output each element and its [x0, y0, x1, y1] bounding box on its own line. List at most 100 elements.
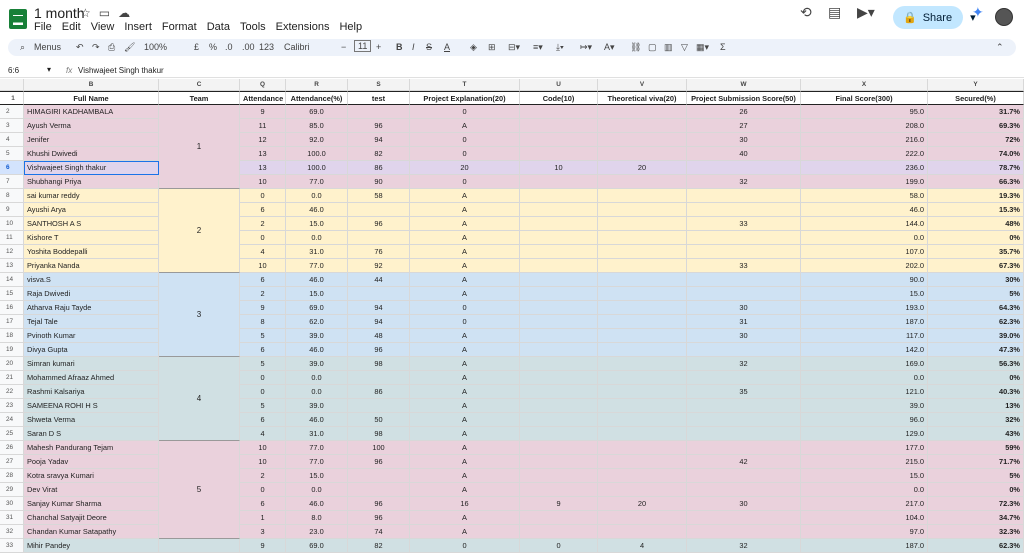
row-number[interactable]: 9 — [0, 203, 24, 217]
cell[interactable]: Raja Dwivedi — [24, 287, 159, 301]
column-header-b[interactable]: B — [24, 79, 159, 91]
row-number[interactable]: 33 — [0, 539, 24, 553]
row-number[interactable]: 26 — [0, 441, 24, 455]
cell[interactable]: 0% — [928, 371, 1024, 385]
cell[interactable] — [520, 329, 598, 343]
cell[interactable]: 32.3% — [928, 525, 1024, 539]
menus-search[interactable]: Menus — [34, 42, 61, 52]
menu-file[interactable]: File — [34, 21, 52, 33]
cell[interactable]: 8.0 — [286, 511, 348, 525]
cell[interactable]: 94 — [348, 133, 410, 147]
cell[interactable] — [520, 217, 598, 231]
cell[interactable] — [598, 427, 687, 441]
cell[interactable]: 0 — [240, 483, 286, 497]
cell[interactable] — [687, 427, 801, 441]
cell[interactable]: 39.0 — [286, 357, 348, 371]
cell[interactable]: 177.0 — [801, 441, 928, 455]
cell[interactable]: 94 — [348, 315, 410, 329]
cell[interactable] — [598, 455, 687, 469]
cell[interactable]: Mohammed Afraaz Ahmed — [24, 371, 159, 385]
cell[interactable] — [598, 203, 687, 217]
cell[interactable] — [598, 525, 687, 539]
cell[interactable]: 39.0% — [928, 329, 1024, 343]
cell[interactable]: 39.0 — [286, 329, 348, 343]
cell[interactable]: Pooja Yadav — [24, 455, 159, 469]
cell[interactable] — [598, 147, 687, 161]
cell[interactable]: 10 — [240, 455, 286, 469]
cell[interactable]: 40.3% — [928, 385, 1024, 399]
cell[interactable]: 193.0 — [801, 301, 928, 315]
cell[interactable]: 96 — [348, 119, 410, 133]
column-title[interactable]: Final Score(300) — [801, 91, 928, 105]
decrease-font-icon[interactable]: − — [341, 42, 346, 52]
cell[interactable] — [520, 483, 598, 497]
cell[interactable]: 30 — [687, 329, 801, 343]
cell[interactable]: Ayush Verma — [24, 119, 159, 133]
cell[interactable]: 48% — [928, 217, 1024, 231]
menu-help[interactable]: Help — [339, 21, 362, 33]
cell[interactable]: 46.0 — [286, 413, 348, 427]
cell[interactable]: Priyanka Nanda — [24, 259, 159, 273]
row-number[interactable]: 28 — [0, 469, 24, 483]
cell[interactable]: 31.0 — [286, 427, 348, 441]
cell[interactable] — [598, 315, 687, 329]
cell[interactable]: Mihir Pandey — [24, 539, 159, 553]
cell[interactable]: 82 — [348, 147, 410, 161]
cell[interactable] — [598, 301, 687, 315]
cell[interactable]: 0.0 — [801, 371, 928, 385]
cell[interactable]: 76 — [348, 245, 410, 259]
share-button[interactable]: 🔒 Share ▾ — [893, 6, 976, 29]
menu-edit[interactable]: Edit — [62, 21, 81, 33]
cell[interactable]: 90.0 — [801, 273, 928, 287]
cell[interactable]: A — [410, 525, 520, 539]
cell[interactable] — [348, 105, 410, 119]
cell[interactable]: 5% — [928, 287, 1024, 301]
cell[interactable]: 40 — [687, 147, 801, 161]
cell[interactable]: 107.0 — [801, 245, 928, 259]
cell[interactable]: SAMEENA ROHI H S — [24, 399, 159, 413]
row-number[interactable]: 13 — [0, 259, 24, 273]
comments-icon[interactable]: ▤ — [828, 4, 841, 21]
cell[interactable]: 10 — [240, 175, 286, 189]
column-header-w[interactable]: W — [687, 79, 801, 91]
cell[interactable]: 96 — [348, 455, 410, 469]
cell[interactable]: 0.0 — [286, 385, 348, 399]
cell[interactable] — [598, 273, 687, 287]
cell[interactable]: 208.0 — [801, 119, 928, 133]
cell[interactable] — [348, 231, 410, 245]
cell[interactable]: Sanjay Kumar Sharma — [24, 497, 159, 511]
cell[interactable]: 20 — [598, 497, 687, 511]
cell[interactable]: Shweta Verma — [24, 413, 159, 427]
cell[interactable] — [598, 245, 687, 259]
cell[interactable]: 0 — [410, 539, 520, 553]
cell[interactable]: 20 — [598, 161, 687, 175]
cell[interactable]: 5 — [240, 399, 286, 413]
cell[interactable]: 142.0 — [801, 343, 928, 357]
cell[interactable]: Kishore T — [24, 231, 159, 245]
cell[interactable]: 2 — [240, 217, 286, 231]
cell[interactable] — [520, 245, 598, 259]
cell[interactable]: 96.0 — [801, 413, 928, 427]
cell[interactable]: 46.0 — [801, 203, 928, 217]
column-header-u[interactable]: U — [520, 79, 598, 91]
avatar[interactable] — [995, 8, 1013, 26]
cell[interactable]: 187.0 — [801, 315, 928, 329]
cell[interactable]: 0.0 — [286, 189, 348, 203]
cell[interactable] — [348, 469, 410, 483]
cell[interactable] — [520, 357, 598, 371]
row-number[interactable]: 2 — [0, 105, 24, 119]
cell[interactable]: Atharva Raju Tayde — [24, 301, 159, 315]
cell[interactable]: 104.0 — [801, 511, 928, 525]
cell[interactable]: 39.0 — [801, 399, 928, 413]
cell[interactable] — [598, 175, 687, 189]
cell[interactable]: A — [410, 343, 520, 357]
cell[interactable] — [687, 399, 801, 413]
cell[interactable] — [598, 329, 687, 343]
cell[interactable]: 77.0 — [286, 455, 348, 469]
cell[interactable] — [687, 469, 801, 483]
cell[interactable]: 13 — [240, 161, 286, 175]
cell[interactable]: 35 — [687, 385, 801, 399]
cell[interactable]: 0.0 — [801, 231, 928, 245]
insert-link-icon[interactable]: ⛓ — [630, 42, 641, 53]
cell[interactable]: Mahesh Pandurang Tejam — [24, 441, 159, 455]
